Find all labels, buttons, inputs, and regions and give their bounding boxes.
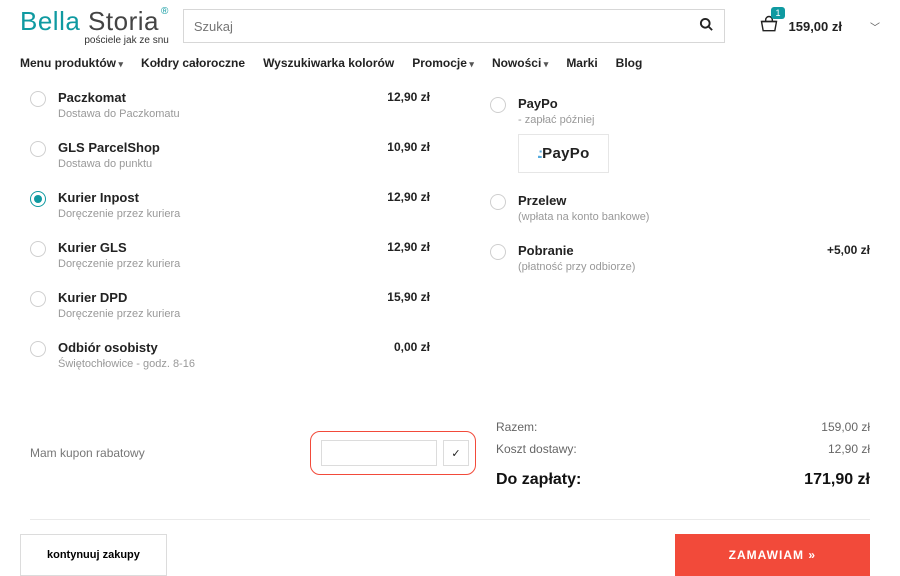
cart-count-badge: 1 (771, 7, 784, 19)
option-price: 15,90 zł (370, 290, 430, 304)
radio-icon[interactable] (30, 191, 46, 207)
option-sub: Dostawa do punktu (58, 158, 358, 170)
place-order-button[interactable]: ZAMAWIAM » (675, 534, 870, 576)
check-icon: ✓ (451, 447, 460, 460)
option-sub: Doręczenie przez kuriera (58, 258, 358, 270)
shipping-option-kurier-gls[interactable]: Kurier GLS Doręczenie przez kuriera 12,90… (30, 232, 430, 282)
chevron-down-icon[interactable]: ﹀ (870, 19, 880, 34)
checkout-options: PaczkomatDostawa do Paczkomatu 12,90 zł … (0, 82, 900, 382)
cart-total: 159,00 zł (789, 19, 843, 34)
basket-icon: 1 (759, 15, 779, 38)
option-title: Paczkomat (58, 90, 358, 105)
coupon-apply-button[interactable]: ✓ (443, 440, 469, 466)
option-title: PayPo (518, 96, 798, 111)
subtotal-value: 159,00 zł (821, 417, 870, 439)
radio-icon[interactable] (490, 194, 506, 210)
coupon-highlight-box: ✓ (310, 431, 476, 475)
logo[interactable]: Bella Storia® pościele jak ze snu (20, 6, 169, 46)
option-sub: Dostawa do Paczkomatu (58, 108, 358, 120)
option-sub: (wpłata na konto bankowe) (518, 211, 798, 223)
radio-icon[interactable] (30, 341, 46, 357)
shipping-cost-value: 12,90 zł (828, 439, 870, 461)
nav-color-search[interactable]: Wyszukiwarka kolorów (263, 56, 394, 70)
radio-icon[interactable] (30, 91, 46, 107)
option-price: 12,90 zł (370, 90, 430, 104)
option-title: Kurier GLS (58, 240, 358, 255)
search-icon[interactable] (699, 17, 714, 36)
nav-menu-products[interactable]: Menu produktów (20, 56, 123, 70)
option-price: 10,90 zł (370, 140, 430, 154)
option-price: 0,00 zł (370, 340, 430, 354)
logo-tagline: pościele jak ze snu (84, 35, 169, 46)
shipping-option-pickup[interactable]: Odbiór osobisty Świętochłowice - godz. 8-… (30, 332, 430, 382)
logo-word1: Bella (20, 6, 88, 36)
option-price: 12,90 zł (370, 240, 430, 254)
grand-total-label: Do zapłaty: (496, 466, 581, 495)
radio-icon[interactable] (30, 241, 46, 257)
option-title: Pobranie (518, 243, 798, 258)
option-sub: Świętochłowice - godz. 8-16 (58, 358, 358, 370)
coupon-input[interactable] (321, 440, 437, 466)
main-nav: Menu produktów Kołdry całoroczne Wyszuki… (0, 52, 900, 82)
mini-cart[interactable]: 1 159,00 zł ﹀ (739, 15, 881, 38)
radio-icon[interactable] (30, 291, 46, 307)
nav-duvets[interactable]: Kołdry całoroczne (141, 56, 245, 70)
option-title: GLS ParcelShop (58, 140, 358, 155)
shipping-option-kurier-dpd[interactable]: Kurier DPD Doręczenie przez kuriera 15,90… (30, 282, 430, 332)
header: Bella Storia® pościele jak ze snu 1 159,… (0, 0, 900, 52)
radio-icon[interactable] (30, 141, 46, 157)
option-title: Odbiór osobisty (58, 340, 358, 355)
nav-promotions[interactable]: Promocje (412, 56, 474, 70)
payment-option-paypo[interactable]: PayPo - zapłać później .:PayPo (490, 82, 870, 185)
coupon-and-totals: Mam kupon rabatowy ✓ Razem: 159,00 zł Kos… (0, 382, 900, 495)
option-sub: (płatność przy odbiorze) (518, 261, 798, 273)
coupon-label: Mam kupon rabatowy (30, 446, 290, 460)
payment-option-pobranie[interactable]: Pobranie (płatność przy odbiorze) +5,00 z… (490, 235, 870, 285)
nav-brands[interactable]: Marki (566, 56, 597, 70)
radio-icon[interactable] (490, 97, 506, 113)
option-sub: Doręczenie przez kuriera (58, 308, 358, 320)
subtotal-label: Razem: (496, 417, 537, 439)
continue-shopping-button[interactable]: kontynuuj zakupy (20, 534, 167, 576)
nav-blog[interactable]: Blog (616, 56, 643, 70)
shipping-option-gls-parcelshop[interactable]: GLS ParcelShop Dostawa do punktu 10,90 zł (30, 132, 430, 182)
search-input[interactable] (194, 19, 699, 34)
logo-word2: Storia (88, 6, 159, 36)
grand-total-value: 171,90 zł (804, 466, 870, 495)
option-title: Przelew (518, 193, 798, 208)
shipping-column: PaczkomatDostawa do Paczkomatu 12,90 zł … (30, 82, 430, 382)
payment-option-przelew[interactable]: Przelew (wpłata na konto bankowe) (490, 185, 870, 235)
shipping-option-paczkomat[interactable]: Paczkomat Dostawa do Paczkomatu 12,90 zł (30, 82, 430, 132)
search-bar[interactable] (183, 9, 725, 43)
option-price: 12,90 zł (370, 190, 430, 204)
coupon-section: Mam kupon rabatowy ✓ (30, 382, 476, 495)
nav-news[interactable]: Nowości (492, 56, 548, 70)
option-price: +5,00 zł (810, 243, 870, 257)
shipping-option-kurier-inpost[interactable]: Kurier Inpost Doręczenie przez kuriera 12… (30, 182, 430, 232)
paypo-logo-text: PayPo (542, 145, 589, 162)
option-sub: - zapłać później (518, 114, 798, 126)
option-title: Kurier Inpost (58, 190, 358, 205)
paypo-logo: .:PayPo (518, 134, 609, 173)
paypo-dots-icon: .: (537, 145, 540, 162)
logo-registered: ® (161, 6, 169, 17)
shipping-cost-label: Koszt dostawy: (496, 439, 577, 461)
checkout-actions: kontynuuj zakupy ZAMAWIAM » (0, 520, 900, 576)
option-sub: Doręczenie przez kuriera (58, 208, 358, 220)
option-title: Kurier DPD (58, 290, 358, 305)
radio-icon[interactable] (490, 244, 506, 260)
payment-column: PayPo - zapłać później .:PayPo Przelew(w… (450, 82, 870, 382)
order-totals: Razem: 159,00 zł Koszt dostawy: 12,90 zł D… (496, 382, 870, 495)
